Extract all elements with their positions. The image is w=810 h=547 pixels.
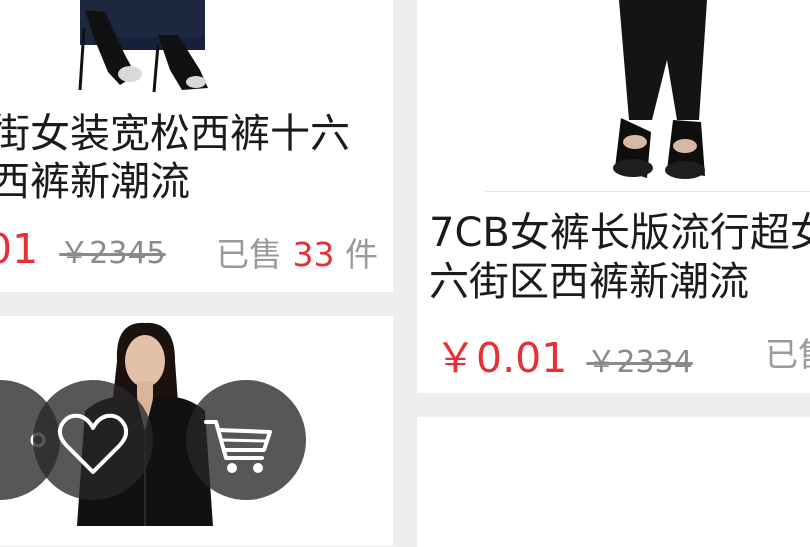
product-card[interactable] bbox=[0, 316, 393, 546]
product-card[interactable]: 街女装宽松西裤十六 西裤新潮流 01 ￥2345 已售 33 件 bbox=[0, 0, 393, 292]
product-image[interactable] bbox=[607, 0, 727, 185]
heart-icon bbox=[57, 413, 129, 474]
sold-prefix: 已售 bbox=[765, 335, 810, 374]
product-card[interactable] bbox=[417, 417, 810, 547]
product-title-line-1[interactable]: 7CB女裤长版流行超女 bbox=[429, 209, 810, 258]
product-image[interactable] bbox=[50, 0, 250, 95]
sold-prefix: 已售 bbox=[216, 235, 282, 274]
product-title-line-2[interactable]: 西裤新潮流 bbox=[0, 158, 190, 207]
product-price: ￥0.01 bbox=[435, 334, 568, 382]
product-price: 01 bbox=[0, 225, 39, 273]
original-price: ￥2334 bbox=[586, 345, 693, 380]
sold-number: 33 bbox=[292, 235, 335, 274]
product-card[interactable]: 7CB女裤长版流行超女 六街区西裤新潮流 ￥0.01 ￥2334 已售 bbox=[417, 0, 810, 393]
sold-count: 已售 33 件 bbox=[216, 228, 378, 276]
cart-button[interactable] bbox=[186, 380, 306, 500]
price-row: 01 ￥2345 bbox=[0, 225, 166, 273]
divider bbox=[485, 191, 810, 192]
sold-count: 已售 bbox=[765, 328, 810, 376]
cart-icon bbox=[204, 420, 272, 473]
price-row: ￥0.01 ￥2334 bbox=[435, 324, 693, 384]
original-price: ￥2345 bbox=[59, 236, 166, 271]
product-title-line-2[interactable]: 六街区西裤新潮流 bbox=[429, 258, 749, 307]
product-title-line-1[interactable]: 街女装宽松西裤十六 bbox=[0, 110, 350, 159]
sold-suffix: 件 bbox=[345, 235, 378, 274]
favorite-button[interactable] bbox=[33, 380, 153, 500]
